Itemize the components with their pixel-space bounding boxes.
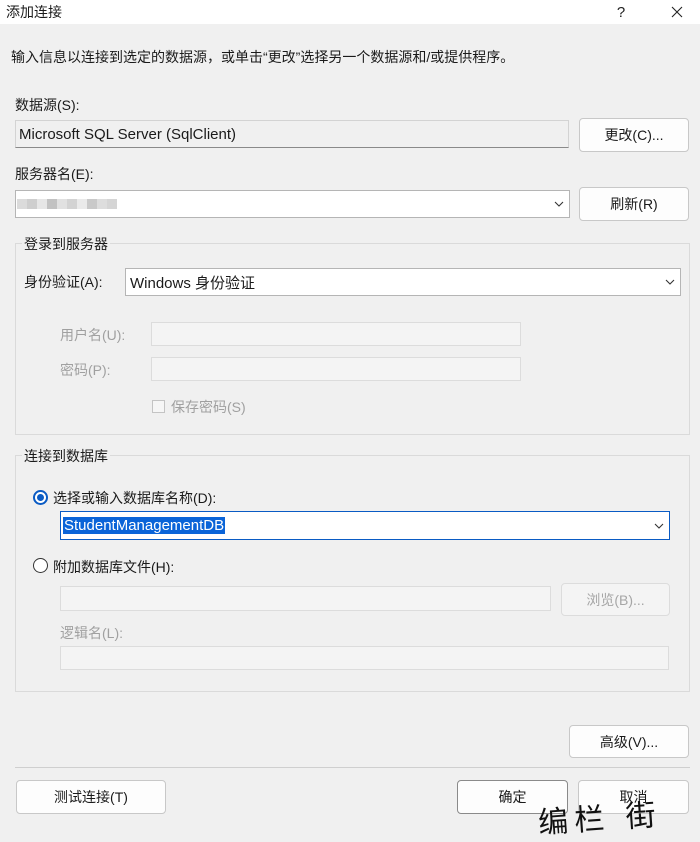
watermark: 编栏 街 [537,797,663,842]
select-database-radio[interactable] [33,490,48,505]
server-name-redacted [17,199,117,209]
change-button[interactable]: 更改(C)... [579,118,689,152]
logical-name-label: 逻辑名(L): [60,625,123,641]
server-name-label: 服务器名(E): [15,166,94,182]
database-group-title: 连接到数据库 [22,446,110,466]
username-field [151,322,521,346]
attach-file-field [60,586,551,611]
password-field [151,357,521,381]
server-name-combo[interactable] [15,190,570,218]
title-bar [0,0,700,24]
auth-value: Windows 身份验证 [130,274,256,292]
password-label: 密码(P): [60,362,111,378]
data-source-value: Microsoft SQL Server (SqlClient) [19,125,237,143]
attach-database-radio[interactable] [33,558,48,573]
data-source-field: Microsoft SQL Server (SqlClient) [15,120,569,148]
logical-name-field [60,646,669,670]
help-button[interactable]: ? [598,0,644,24]
username-label: 用户名(U): [60,327,126,343]
window-title: 添加连接 [6,4,62,20]
save-password-checkbox [152,400,165,413]
chevron-down-icon[interactable] [549,191,569,217]
save-password-label: 保存密码(S) [171,399,246,415]
advanced-button[interactable]: 高级(V)... [569,725,689,758]
login-group-title: 登录到服务器 [22,234,110,254]
browse-button: 浏览(B)... [561,583,670,616]
database-name-combo[interactable]: StudentManagementDB [60,511,670,540]
data-source-label: 数据源(S): [15,97,80,113]
close-icon [671,6,683,18]
attach-database-label[interactable]: 附加数据库文件(H): [53,557,174,577]
close-button[interactable] [654,0,700,24]
chevron-down-icon[interactable] [649,512,669,539]
intro-text: 输入信息以连接到选定的数据源，或单击“更改”选择另一个数据源和/或提供程序。 [11,49,515,65]
test-connection-button[interactable]: 测试连接(T) [16,780,166,814]
footer-separator [15,767,690,768]
chevron-down-icon[interactable] [660,269,680,295]
auth-label: 身份验证(A): [24,274,103,290]
select-database-label[interactable]: 选择或输入数据库名称(D): [53,488,216,508]
database-name-value[interactable]: StudentManagementDB [63,517,226,534]
auth-combo[interactable]: Windows 身份验证 [125,268,681,296]
refresh-button[interactable]: 刷新(R) [579,187,689,221]
